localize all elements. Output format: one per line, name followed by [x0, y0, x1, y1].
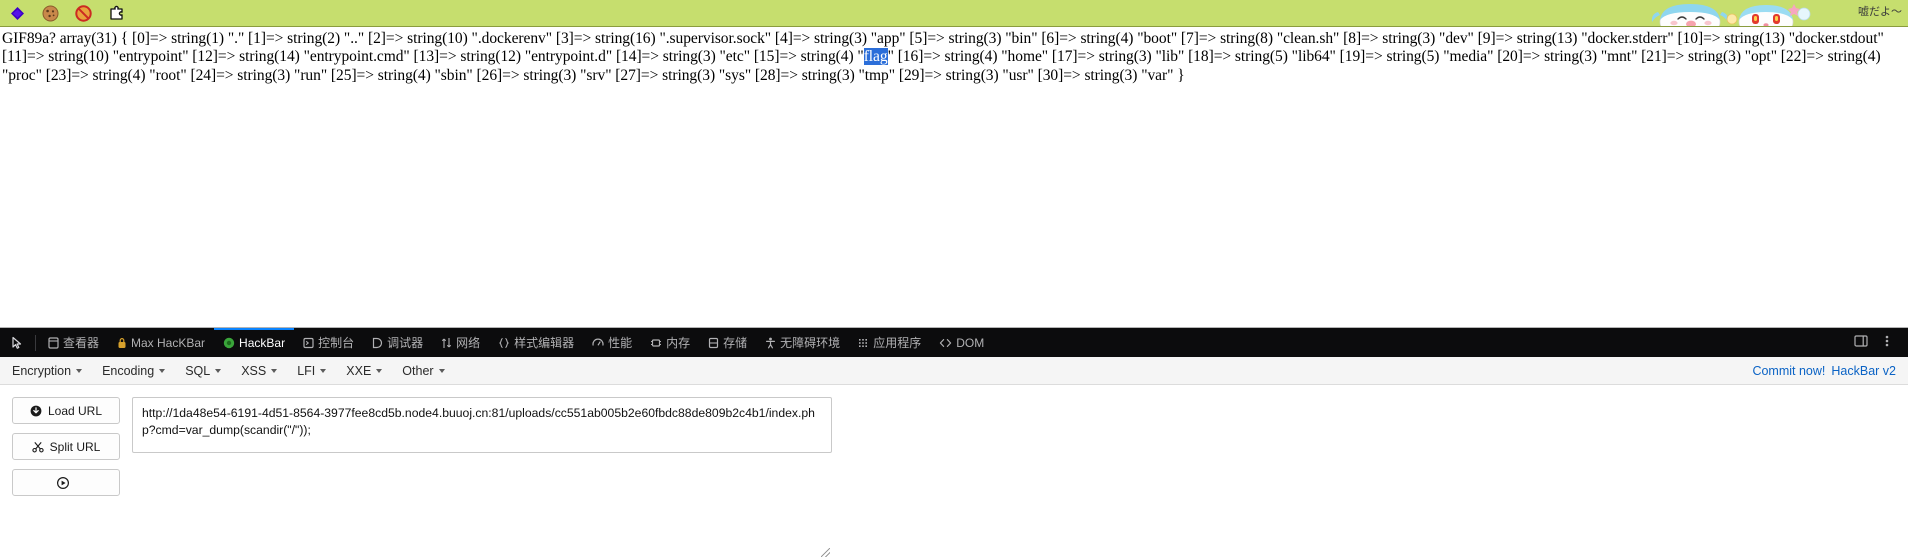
tab-debugger[interactable]: 调试器 [363, 328, 432, 357]
chevron-down-icon [159, 368, 166, 373]
hackbar-version-label: HackBar v2 [1831, 363, 1896, 378]
lock-icon [117, 337, 127, 349]
tab-dom-label: DOM [956, 335, 985, 350]
hackbar-menu-encoding-label: Encoding [102, 363, 155, 378]
split-url-label: Split URL [49, 439, 101, 454]
ellipsis-icon[interactable] [1880, 334, 1894, 351]
hackbar-body: Load URL Split URL http://1da48e54-6191-… [0, 385, 1908, 559]
tab-dom[interactable]: DOM [930, 328, 993, 357]
tab-network[interactable]: 网络 [432, 328, 489, 357]
hackbar-menu-other-label: Other [402, 363, 434, 378]
tab-console-label: 控制台 [318, 336, 355, 350]
tab-performance[interactable]: 性能 [583, 328, 641, 357]
no-script-icon[interactable] [74, 4, 93, 23]
tab-performance-label: 性能 [608, 336, 633, 350]
tab-console[interactable]: 控制台 [294, 328, 363, 357]
arrows-icon [441, 337, 452, 349]
tab-debugger-label: 调试器 [387, 336, 424, 350]
chevron-down-icon [320, 368, 327, 373]
hackbar-menu-xss[interactable]: XSS [241, 363, 278, 378]
green-circle-icon [223, 337, 235, 349]
puzzle-piece-icon[interactable] [107, 4, 126, 23]
braces-icon [498, 337, 510, 349]
var-dump-output: GIF89a? array(31) { [0]=> string(1) "." … [2, 30, 1906, 85]
tab-storage[interactable]: 存储 [699, 328, 756, 357]
hackbar-menu-other[interactable]: Other [402, 363, 445, 378]
tab-memory-label: 内存 [666, 336, 691, 350]
tab-max-hackbar-label: Max HacKBar [131, 335, 206, 350]
commit-now-link[interactable]: Commit now! [1752, 364, 1825, 378]
tab-accessibility-label: 无障碍环境 [780, 336, 841, 350]
chevron-down-icon [376, 368, 383, 373]
tab-accessibility[interactable]: 无障碍环境 [756, 328, 849, 357]
hackbar-menu-sql[interactable]: SQL [185, 363, 222, 378]
hackbar-menu-lfi[interactable]: LFI [297, 363, 327, 378]
database-icon [708, 337, 719, 349]
debugger-icon [372, 337, 383, 349]
hackbar-url-field-wrapper: http://1da48e54-6191-4d51-8564-3977fee8c… [132, 397, 832, 559]
hackbar-menu-xss-label: XSS [241, 363, 267, 378]
hackbar-commit-area: Commit now! HackBar v2 [1752, 364, 1896, 378]
grid-icon [858, 337, 869, 349]
tab-hackbar[interactable]: HackBar [214, 328, 294, 357]
chevron-down-icon [76, 368, 83, 373]
execute-icon [57, 476, 69, 489]
page-content-area: GIF89a? array(31) { [0]=> string(1) "." … [0, 27, 1908, 327]
element-picker-icon[interactable] [4, 328, 32, 357]
devtools-right-controls [1854, 334, 1904, 351]
tab-application[interactable]: 应用程序 [849, 328, 930, 357]
person-icon [765, 337, 776, 349]
devtools-panel: 查看器 Max HacKBar HackBar 控制台 调试器 网络 样式编辑器… [0, 327, 1908, 559]
layout-icon [48, 336, 59, 349]
split-url-button[interactable]: Split URL [12, 433, 120, 460]
violet-diamond-icon[interactable] [8, 4, 27, 23]
execute-button[interactable] [12, 469, 120, 496]
hackbar-menu-xxe[interactable]: XXE [346, 363, 383, 378]
tab-style-editor-label: 样式编辑器 [514, 336, 575, 350]
hackbar-menu-sql-label: SQL [185, 363, 211, 378]
hackbar-menu-encryption[interactable]: Encryption [12, 363, 83, 378]
url-input[interactable]: http://1da48e54-6191-4d51-8564-3977fee8c… [132, 397, 832, 453]
browser-extension-bar: 嘘だよ〜 [0, 0, 1908, 27]
console-icon [303, 337, 314, 349]
hackbar-menu-lfi-label: LFI [297, 363, 316, 378]
memory-icon [650, 337, 662, 349]
hackbar-menu-bar: Encryption Encoding SQL XSS LFI XXE Othe… [0, 357, 1908, 385]
cookie-icon[interactable] [41, 4, 60, 23]
selected-flag-text[interactable]: flag [863, 48, 888, 66]
chevron-down-icon [271, 368, 278, 373]
load-url-label: Load URL [47, 403, 103, 418]
dock-icon[interactable] [1854, 334, 1868, 351]
hackbar-menu-encoding[interactable]: Encoding [102, 363, 166, 378]
scissors-icon [32, 441, 44, 453]
gauge-icon [592, 337, 604, 349]
tab-memory[interactable]: 内存 [641, 328, 699, 357]
hackbar-button-column: Load URL Split URL [12, 397, 120, 559]
angle-brackets-icon [939, 337, 952, 349]
devtools-toolbar: 查看器 Max HacKBar HackBar 控制台 调试器 网络 样式编辑器… [0, 328, 1908, 357]
tab-network-label: 网络 [456, 336, 481, 350]
extension-icon-group [8, 4, 126, 23]
hackbar-menu-xxe-label: XXE [346, 363, 372, 378]
tab-hackbar-label: HackBar [239, 335, 286, 350]
download-icon [30, 405, 42, 417]
tab-storage-label: 存储 [723, 336, 748, 350]
chevron-down-icon [215, 368, 222, 373]
hackbar-menu-encryption-label: Encryption [12, 363, 72, 378]
banner-caption: 嘘だよ〜 [1858, 5, 1902, 18]
tab-inspector[interactable]: 查看器 [39, 328, 108, 357]
load-url-button[interactable]: Load URL [12, 397, 120, 424]
tab-max-hackbar[interactable]: Max HacKBar [108, 328, 214, 357]
tab-style-editor[interactable]: 样式编辑器 [489, 328, 583, 357]
toolbar-divider [35, 334, 36, 351]
tab-inspector-label: 查看器 [63, 336, 100, 350]
tab-application-label: 应用程序 [873, 336, 922, 350]
chevron-down-icon [438, 368, 445, 373]
